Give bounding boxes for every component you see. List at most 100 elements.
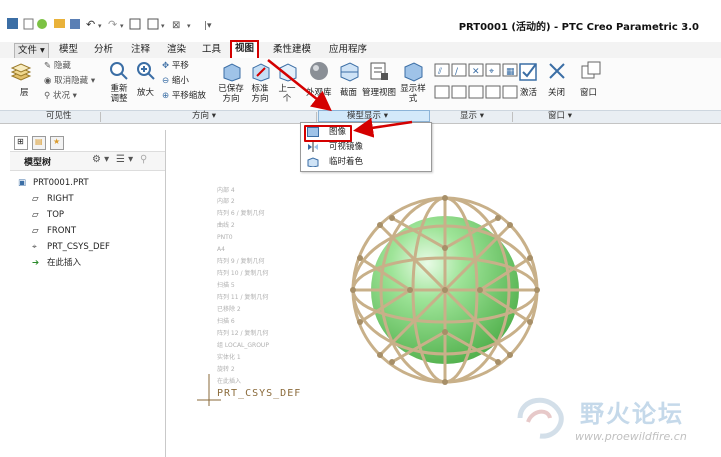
pan-button[interactable]: ✥ 平移 <box>162 61 189 71</box>
folder-icon <box>54 19 65 28</box>
activate-button[interactable]: 激活 <box>520 88 537 98</box>
favorites-tab[interactable]: ★ <box>50 136 64 150</box>
quick-access-toolbar[interactable]: ↶ ▾ ↷ ▾ ▾ ⊠ ▾ |▾ <box>6 17 236 31</box>
pan-zoom-button[interactable]: ⊕ 平移缩放 <box>162 91 206 101</box>
ghost-item: 扫描 6 <box>217 318 235 325</box>
svg-text:▾: ▾ <box>98 22 102 30</box>
ghost-item: A4 <box>217 246 225 253</box>
ghost-item: 阵列 12 / 复制几何 <box>217 330 269 337</box>
close-icon <box>549 63 565 79</box>
tree-settings-button[interactable]: ⚙ ▾ <box>92 154 109 165</box>
ghost-item: 内部 2 <box>217 198 235 205</box>
shade-icon <box>307 157 319 167</box>
annotation-display-icon: ▦ <box>506 67 515 77</box>
group-window-label[interactable]: 窗口 ▾ <box>548 111 572 122</box>
open-icon <box>37 19 47 29</box>
windows-icon <box>581 61 601 79</box>
point-display-icon: ✕ <box>472 67 480 77</box>
annotation-arrows <box>267 59 413 138</box>
ghost-item: 阵列 11 / 复制几何 <box>217 294 269 301</box>
settings-icon: ⚙ <box>92 154 101 165</box>
tab-file[interactable]: 文件 ▾ <box>14 43 49 59</box>
folder-icon: ▤ <box>35 137 43 146</box>
svg-text:▾: ▾ <box>161 22 165 30</box>
group-visibility-label: 可见性 <box>46 111 72 121</box>
menu-item-temporary-shade[interactable]: 临时着色 <box>305 155 425 169</box>
menu-item-visual-mirror[interactable]: 可视镜像 <box>305 140 425 154</box>
ghost-item: PNT0 <box>217 234 233 241</box>
datum-plane-icon: ▱ <box>32 210 39 220</box>
regenerate-icon <box>129 18 141 30</box>
save-icon <box>70 19 80 29</box>
refit-button[interactable]: 重新 调整 <box>108 84 130 104</box>
pan-zoom-icon: ⊕ <box>162 91 172 101</box>
hide-button[interactable]: ✎ 隐藏 <box>44 61 71 71</box>
mirror-icon <box>308 142 318 152</box>
show-button[interactable]: ☰ ▾ <box>116 154 133 165</box>
tab-analysis[interactable]: 分析 <box>91 43 116 57</box>
close-window-icon: ⊠ <box>172 20 180 31</box>
filter-icon: ⚲ <box>140 154 148 165</box>
tree-icon: ⊞ <box>17 137 24 146</box>
tab-annotate[interactable]: 注释 <box>128 43 153 57</box>
ghost-item: 实体化 1 <box>217 354 241 361</box>
title-bar: ↶ ▾ ↷ ▾ ▾ ⊠ ▾ |▾ PRT0001 (活动的) - PTC Cre… <box>0 0 721 43</box>
activate-icon <box>519 63 537 81</box>
zoom-in-button[interactable]: 放大 <box>137 88 154 98</box>
zoom-out-icon: ⊖ <box>162 76 172 86</box>
model-tree-header: 模型树 ⚙ ▾ ☰ ▾ ⚲ <box>10 151 165 171</box>
app-icon <box>7 18 18 29</box>
windows-icon <box>147 18 159 30</box>
csys-icon: ⌖ <box>32 242 37 252</box>
csys-label: PRT_CSYS_DEF <box>217 388 302 399</box>
datum-plane-icon: ▱ <box>32 226 39 236</box>
hide-icon: ✎ <box>44 61 54 71</box>
status-button[interactable]: ⚲ 状况 ▾ <box>44 91 77 101</box>
ghost-item: 阵列 9 / 复制几何 <box>217 258 265 265</box>
svg-text:▾: ▾ <box>187 22 191 30</box>
layer-button[interactable]: 层 <box>20 88 29 98</box>
part-icon: ▣ <box>18 178 27 188</box>
datum-plane-icon: ▱ <box>32 194 39 204</box>
model-tree-tab[interactable]: ⊞ <box>14 136 28 150</box>
status-icon: ⚲ <box>44 91 53 101</box>
new-icon <box>23 18 34 30</box>
folder-browser-tab[interactable]: ▤ <box>32 136 46 150</box>
watermark-url: www.proewildfire.cn <box>575 430 687 443</box>
windows-button[interactable]: 窗口 <box>580 88 597 98</box>
ghost-item: 曲线 2 <box>217 222 235 229</box>
eye-icon: ◉ <box>44 76 55 86</box>
saved-orientation-icon <box>223 63 241 82</box>
tab-tools[interactable]: 工具 <box>199 43 224 57</box>
refit-icon <box>110 62 128 80</box>
list-icon: ☰ <box>116 154 125 165</box>
tab-render[interactable]: 渲染 <box>164 43 189 57</box>
ghost-item: 扫描 5 <box>217 282 235 289</box>
ghost-item: 组 LOCAL_GROUP <box>217 342 269 349</box>
group-orientation-label[interactable]: 方向 ▾ <box>192 111 216 122</box>
zoom-out-button[interactable]: ⊖ 缩小 <box>162 76 189 86</box>
ghost-item: 内部 4 <box>217 187 235 194</box>
saved-orientation-button[interactable]: 已保存 方向 <box>218 84 244 104</box>
ghost-item: 阵列 10 / 复制几何 <box>217 270 269 277</box>
model-tree-title: 模型树 <box>24 158 52 168</box>
tree-filter-button[interactable]: ⚲ <box>140 154 147 165</box>
favorites-icon: ★ <box>53 137 61 146</box>
unhide-button[interactable]: ◉ 取消隐藏 ▾ <box>44 76 95 86</box>
svg-text:▾: ▾ <box>120 22 124 30</box>
group-show-label[interactable]: 显示 ▾ <box>460 111 484 122</box>
undo-icon: ↶ <box>86 18 95 31</box>
watermark-name: 野火论坛 <box>580 400 684 428</box>
insert-arrow-icon: ➔ <box>32 258 40 268</box>
customize-icon: |▾ <box>204 21 212 31</box>
zoom-in-icon <box>137 62 155 80</box>
pan-icon: ✥ <box>162 61 172 71</box>
window-title: PRT0001 (活动的) - PTC Creo Parametric 3.0 <box>458 22 699 33</box>
sphere-model[interactable] <box>330 178 560 398</box>
close-button[interactable]: 关闭 <box>548 88 565 98</box>
redo-icon: ↷ <box>108 18 117 31</box>
ghost-item: 已移除 2 <box>217 306 241 313</box>
tab-model[interactable]: 模型 <box>56 43 81 57</box>
layer-icon <box>10 63 32 81</box>
ghost-item: 阵列 6 / 复制几何 <box>217 210 265 217</box>
